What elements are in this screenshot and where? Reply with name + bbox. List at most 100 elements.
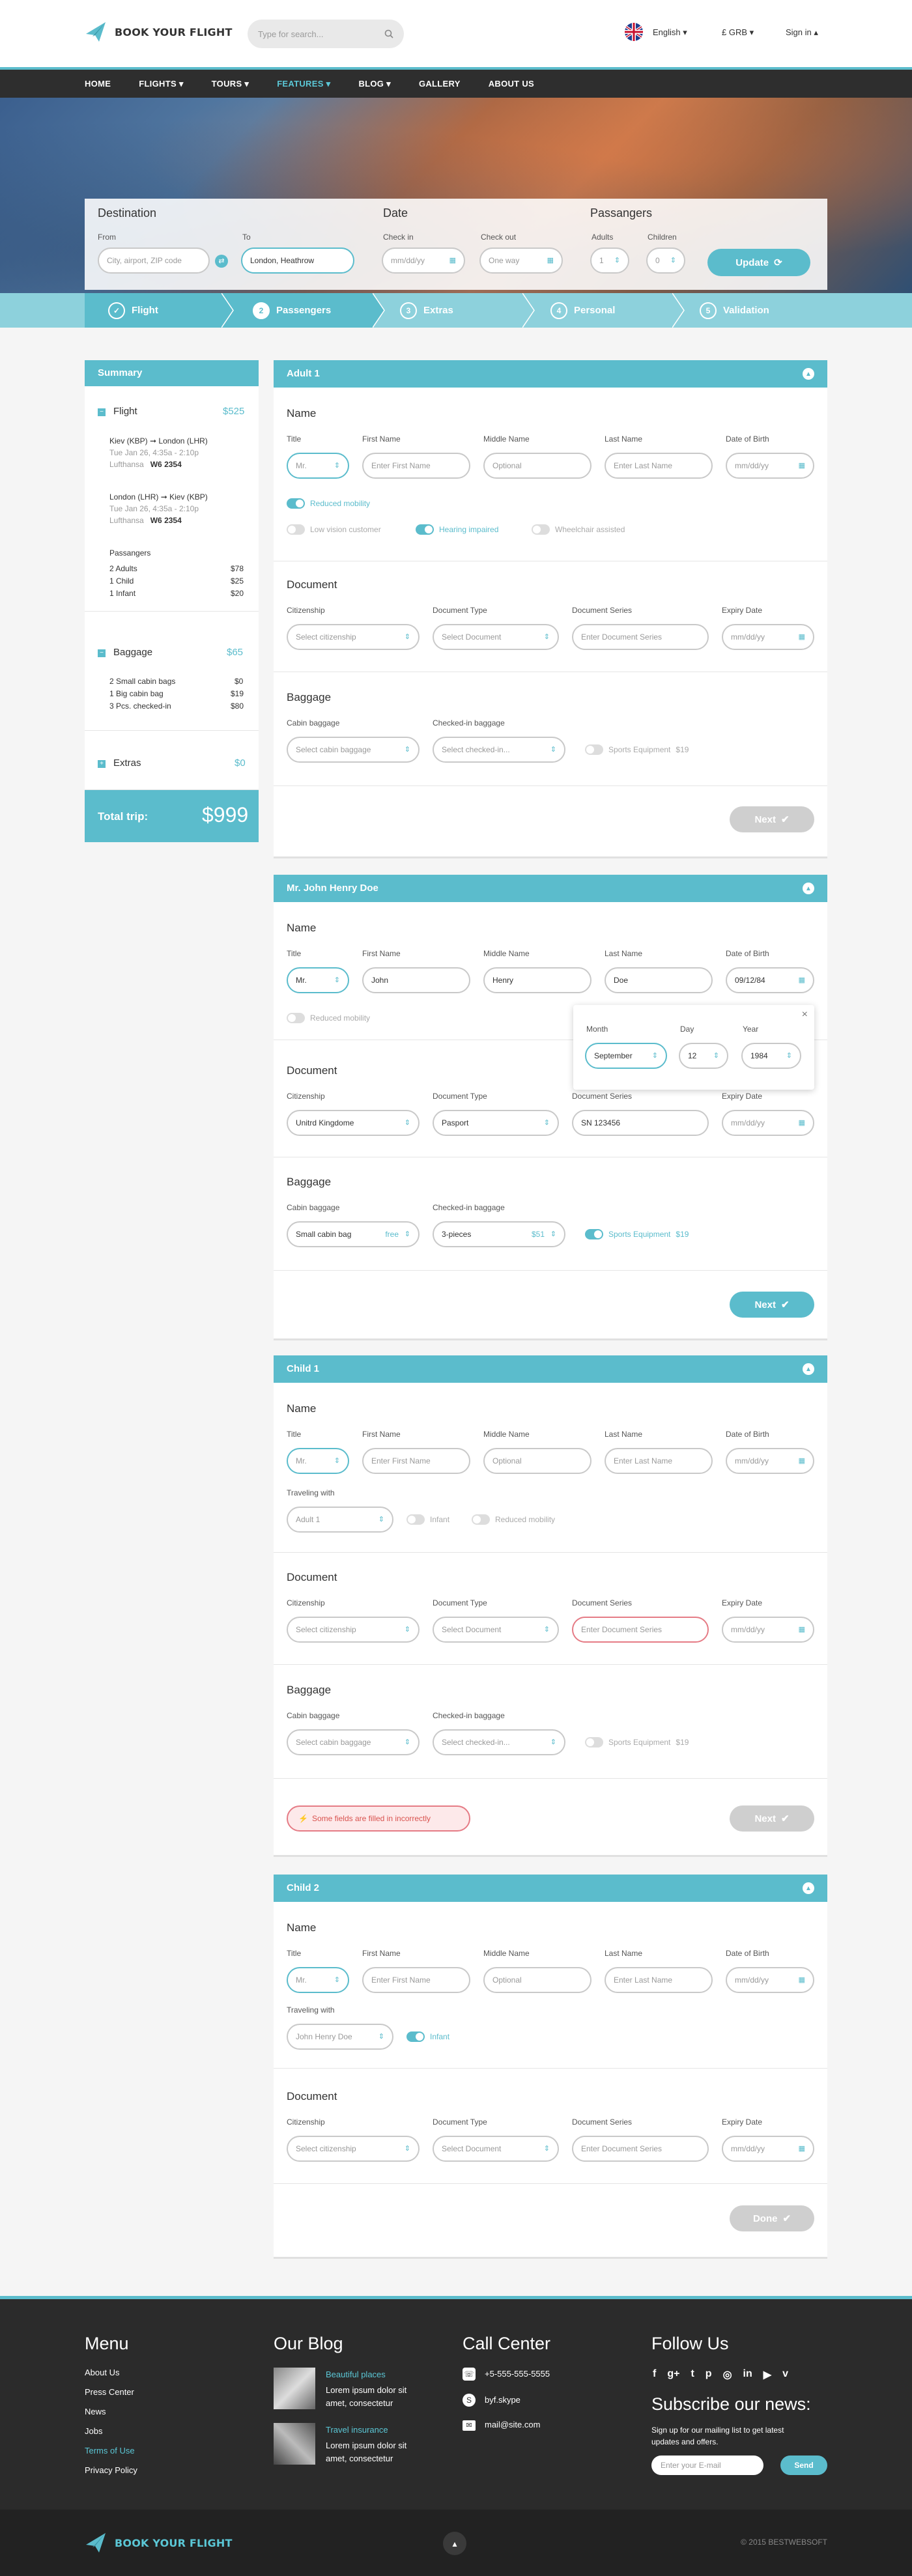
footer-mail[interactable]: ✉ mail@site.com bbox=[463, 2420, 540, 2431]
first-name-input[interactable]: Enter First Name bbox=[362, 1448, 470, 1474]
footer-link-privacy[interactable]: Privacy Policy bbox=[85, 2465, 137, 2475]
adults-stepper[interactable]: 1 ⇕ bbox=[590, 248, 629, 274]
nav-about[interactable]: ABOUT US bbox=[489, 79, 534, 89]
title-select[interactable]: Mr. ⇕ bbox=[287, 1967, 349, 1993]
brand-logo[interactable]: BOOK YOUR FLIGHT bbox=[85, 21, 233, 43]
last-name-input[interactable]: Enter Last Name bbox=[605, 1967, 713, 1993]
month-select[interactable]: September ⇕ bbox=[585, 1043, 667, 1069]
sports-toggle[interactable]: Sports Equipment $19 bbox=[585, 1737, 689, 1748]
first-name-input[interactable]: John bbox=[362, 967, 470, 993]
checkin-input[interactable]: mm/dd/yy ▦ bbox=[382, 248, 465, 274]
docseries-input-error[interactable]: Enter Document Series bbox=[572, 1617, 709, 1643]
nav-flights[interactable]: FLIGHTS ▾ bbox=[139, 79, 183, 89]
expand-icon[interactable]: + bbox=[98, 760, 106, 768]
citizenship-select[interactable]: Select citizenship ⇕ bbox=[287, 1617, 420, 1643]
sports-toggle[interactable]: Sports Equipment $19 bbox=[585, 744, 689, 755]
twitter-icon[interactable]: t bbox=[691, 2368, 694, 2381]
dob-input[interactable]: 09/12/84 ▦ bbox=[726, 967, 814, 993]
cabin-baggage-select[interactable]: Select cabin baggage ⇕ bbox=[287, 1729, 420, 1755]
middle-name-input[interactable]: Optional bbox=[483, 453, 591, 479]
expiry-input[interactable]: mm/dd/yy ▦ bbox=[722, 1110, 814, 1136]
step-personal[interactable]: 4 Personal bbox=[550, 293, 615, 328]
pinterest-icon[interactable]: p bbox=[705, 2368, 712, 2381]
search-input[interactable] bbox=[258, 29, 375, 39]
nav-blog[interactable]: BLOG ▾ bbox=[358, 79, 391, 89]
footer-link-terms[interactable]: Terms of Use bbox=[85, 2446, 135, 2456]
day-select[interactable]: 12 ⇕ bbox=[679, 1043, 728, 1069]
dob-input[interactable]: mm/dd/yy ▦ bbox=[726, 1448, 814, 1474]
blog-post-title[interactable]: Travel insurance bbox=[326, 2425, 388, 2435]
from-input[interactable]: City, airport, ZIP code bbox=[98, 248, 210, 274]
checked-baggage-select[interactable]: Select checked-in... ⇕ bbox=[433, 1729, 565, 1755]
children-stepper[interactable]: 0 ⇕ bbox=[646, 248, 685, 274]
wheelchair-toggle[interactable]: Wheelchair assisted bbox=[532, 524, 625, 535]
expiry-input[interactable]: mm/dd/yy ▦ bbox=[722, 2136, 814, 2162]
traveling-with-select[interactable]: John Henry Doe ⇕ bbox=[287, 2024, 393, 2050]
linkedin-icon[interactable]: in bbox=[743, 2368, 752, 2381]
expiry-input[interactable]: mm/dd/yy ▦ bbox=[722, 624, 814, 650]
title-select[interactable]: Mr. ⇕ bbox=[287, 967, 349, 993]
nav-tours[interactable]: TOURS ▾ bbox=[212, 79, 249, 89]
infant-toggle[interactable]: Infant bbox=[406, 1514, 449, 1525]
search-bar[interactable] bbox=[248, 20, 404, 48]
low-vision-toggle[interactable]: Low vision customer bbox=[287, 524, 381, 535]
next-button[interactable]: Next ✔ bbox=[730, 1292, 814, 1318]
language-select[interactable]: English ▾ bbox=[653, 27, 687, 38]
collapse-icon[interactable]: − bbox=[98, 408, 106, 416]
year-select[interactable]: 1984 ⇕ bbox=[741, 1043, 801, 1069]
google-plus-icon[interactable]: g+ bbox=[667, 2368, 679, 2381]
step-passengers[interactable]: 2 Passengers bbox=[253, 293, 331, 328]
subscribe-email-input[interactable]: Enter your E-mail bbox=[651, 2456, 763, 2475]
to-input[interactable]: London, Heathrow bbox=[241, 248, 354, 274]
cabin-baggage-select[interactable]: Small cabin bag free ⇕ bbox=[287, 1221, 420, 1247]
title-select[interactable]: Mr. ⇕ bbox=[287, 453, 349, 479]
collapse-icon[interactable]: ▲ bbox=[803, 1363, 814, 1375]
step-flight[interactable]: ✓ Flight bbox=[108, 293, 158, 328]
reduced-mobility-toggle[interactable]: Reduced mobility bbox=[287, 1013, 370, 1023]
checked-baggage-select[interactable]: 3-pieces $51 ⇕ bbox=[433, 1221, 565, 1247]
close-icon[interactable]: × bbox=[802, 1009, 808, 1021]
footer-link-about[interactable]: About Us bbox=[85, 2368, 119, 2377]
doctype-select[interactable]: Select Document ⇕ bbox=[433, 2136, 559, 2162]
update-button[interactable]: Update ⟳ bbox=[707, 249, 810, 276]
citizenship-select[interactable]: Select citizenship ⇕ bbox=[287, 624, 420, 650]
doctype-select[interactable]: Select Document ⇕ bbox=[433, 624, 559, 650]
footer-link-news[interactable]: News bbox=[85, 2407, 106, 2416]
collapse-icon[interactable]: ▲ bbox=[803, 1882, 814, 1894]
title-select[interactable]: Mr. ⇕ bbox=[287, 1448, 349, 1474]
nav-gallery[interactable]: GALLERY bbox=[419, 79, 461, 89]
signin-button[interactable]: Sign in ▴ bbox=[786, 27, 818, 38]
nav-home[interactable]: HOME bbox=[85, 79, 111, 89]
reduced-mobility-toggle[interactable]: Reduced mobility bbox=[472, 1514, 555, 1525]
subscribe-send-button[interactable]: Send bbox=[780, 2456, 827, 2475]
citizenship-select[interactable]: Unitrd Kingdome ⇕ bbox=[287, 1110, 420, 1136]
footer-logo[interactable]: BOOK YOUR FLIGHT bbox=[85, 2532, 233, 2554]
sports-toggle[interactable]: Sports Equipment $19 bbox=[585, 1229, 689, 1239]
infant-toggle[interactable]: Infant bbox=[406, 2031, 449, 2042]
nav-features[interactable]: FEATURES ▾ bbox=[277, 79, 330, 89]
footer-link-press[interactable]: Press Center bbox=[85, 2387, 134, 2397]
next-button[interactable]: Next ✔ bbox=[730, 806, 814, 832]
doctype-select[interactable]: Select Document ⇕ bbox=[433, 1617, 559, 1643]
citizenship-select[interactable]: Select citizenship ⇕ bbox=[287, 2136, 420, 2162]
blog-post-title[interactable]: Beautiful places bbox=[326, 2370, 386, 2379]
reduced-mobility-toggle[interactable]: Reduced mobility bbox=[287, 498, 370, 509]
doctype-select[interactable]: Pasport ⇕ bbox=[433, 1110, 559, 1136]
hearing-toggle[interactable]: Hearing impaired bbox=[416, 524, 498, 535]
step-validation[interactable]: 5 Validation bbox=[700, 293, 769, 328]
collapse-icon[interactable]: − bbox=[98, 649, 106, 657]
next-button[interactable]: Next ✔ bbox=[730, 1805, 814, 1832]
instagram-icon[interactable]: ◎ bbox=[723, 2368, 732, 2381]
docseries-input[interactable]: Enter Document Series bbox=[572, 2136, 709, 2162]
swap-icon[interactable]: ⇄ bbox=[215, 255, 228, 268]
docseries-input[interactable]: Enter Document Series bbox=[572, 624, 709, 650]
traveling-with-select[interactable]: Adult 1 ⇕ bbox=[287, 1507, 393, 1533]
dob-input[interactable]: mm/dd/yy ▦ bbox=[726, 1967, 814, 1993]
step-extras[interactable]: 3 Extras bbox=[400, 293, 453, 328]
docseries-input[interactable]: SN 123456 bbox=[572, 1110, 709, 1136]
middle-name-input[interactable]: Henry bbox=[483, 967, 591, 993]
middle-name-input[interactable]: Optional bbox=[483, 1448, 591, 1474]
blog-thumbnail[interactable] bbox=[274, 2368, 315, 2409]
scroll-top-button[interactable]: ▴ bbox=[443, 2532, 466, 2555]
blog-thumbnail[interactable] bbox=[274, 2423, 315, 2465]
